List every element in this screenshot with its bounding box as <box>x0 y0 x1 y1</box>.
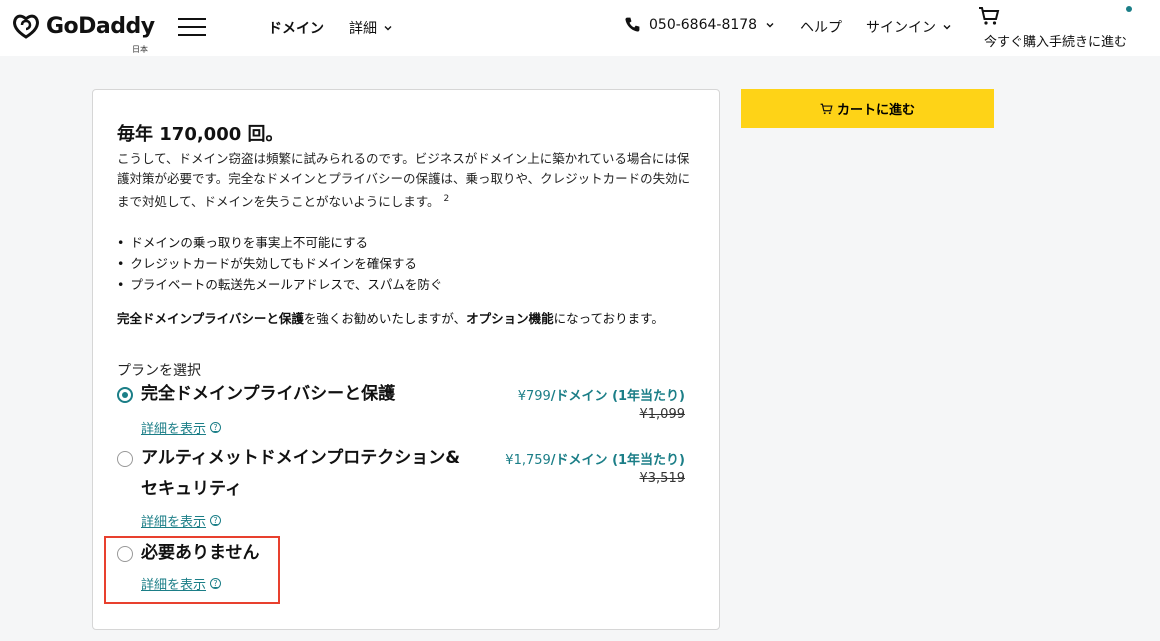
card-description: こうして、ドメイン窃盗は頻繁に試みられるのです。ビジネスがドメイン上に築かれてい… <box>117 149 697 212</box>
plan-price-amount: ¥799 <box>517 389 551 404</box>
plan-price-amount: ¥1,759 <box>505 453 551 468</box>
description-text: こうして、ドメイン窃盗は頻繁に試みられるのです。ビジネスがドメイン上に築かれてい… <box>117 151 691 210</box>
shopping-cart-icon <box>979 7 1000 25</box>
shopping-cart-icon <box>820 103 833 114</box>
plan-price: ¥799/ドメイン (1年当たり) <box>518 385 685 404</box>
proceed-to-cart-button[interactable]: カートに進む <box>741 89 994 128</box>
plan-name: 完全ドメインプライバシーと保護 <box>141 384 396 404</box>
recommendation-text: 完全ドメインプライバシーと保護を強くお勧めいたしますが、オプション機能になってお… <box>117 309 697 329</box>
cart-checkout-label[interactable]: 今すぐ購入手続きに進む <box>984 31 1127 50</box>
phone-dropdown[interactable]: 050-6864-8178 <box>624 16 775 33</box>
godaddy-logo[interactable]: GoDaddy <box>10 10 155 42</box>
chevron-down-icon <box>766 22 774 27</box>
chevron-down-icon <box>384 26 392 31</box>
help-circle-icon: ? <box>210 422 222 433</box>
radio-button[interactable] <box>117 451 133 467</box>
nav-domain-link[interactable]: ドメイン <box>268 18 324 38</box>
recommend-bold-optional: オプション機能 <box>466 311 554 326</box>
nav-detail-label: 詳細 <box>349 21 377 37</box>
region-label: 日本 <box>132 45 148 54</box>
list-item: ドメインの乗っ取りを事実上不可能にする <box>117 232 442 253</box>
plan-old-price: ¥1,099 <box>639 407 686 422</box>
help-circle-icon: ? <box>210 515 222 526</box>
plan-old-price: ¥3,519 <box>639 471 686 486</box>
recommend-mid: を強くお勧めいたしますが、 <box>303 311 467 326</box>
highlight-box <box>104 536 280 604</box>
benefits-list: ドメインの乗っ取りを事実上不可能にする クレジットカードが失効してもドメインを確… <box>117 232 442 295</box>
plan-option-ultimate[interactable]: アルティメットドメインプロテクション&セキュリティ ¥1,759/ドメイン (1… <box>117 448 686 531</box>
list-item: クレジットカードが失効してもドメインを確保する <box>117 253 442 274</box>
hamburger-menu-icon[interactable] <box>178 18 206 36</box>
phone-number: 050-6864-8178 <box>649 16 758 33</box>
plan-option-full-privacy[interactable]: 完全ドメインプライバシーと保護 ¥799/ドメイン (1年当たり) ¥1,099… <box>117 384 686 437</box>
godaddy-logo-icon <box>13 14 39 39</box>
recommend-end: になっております。 <box>553 311 664 326</box>
cart-button-label: カートに進む <box>836 103 915 118</box>
plan-heading: プランを選択 <box>117 363 201 379</box>
signin-dropdown[interactable]: サインイン <box>866 17 952 37</box>
signin-label: サインイン <box>866 20 936 36</box>
plan-price: ¥1,759/ドメイン (1年当たり) <box>505 449 685 468</box>
phone-icon <box>625 17 640 32</box>
help-link[interactable]: ヘルプ <box>800 17 842 37</box>
plan-name: アルティメットドメインプロテクション&セキュリティ <box>141 448 461 499</box>
logo-text: GoDaddy <box>46 13 155 39</box>
nav-detail-dropdown[interactable]: 詳細 <box>349 18 393 38</box>
top-navigation-bar: GoDaddy 日本 ドメイン 詳細 050-6864-8178 ヘルプ サイン… <box>0 0 1160 56</box>
plan-details-link[interactable]: 詳細を表示 ? <box>141 418 222 437</box>
cart-link[interactable] <box>978 6 1000 30</box>
list-item: プライベートの転送先メールアドレスで、スパムを防ぐ <box>117 274 442 295</box>
footnote-marker: 2 <box>443 194 450 204</box>
radio-button[interactable] <box>117 387 133 403</box>
card-title: 毎年 170,000 回。 <box>117 124 284 145</box>
cart-notification-dot <box>1126 6 1132 12</box>
plan-price-suffix: /ドメイン (1年当たり) <box>550 453 685 468</box>
chevron-down-icon <box>943 25 951 30</box>
plan-details-label: 詳細を表示 <box>141 422 207 437</box>
plan-details-link[interactable]: 詳細を表示 ? <box>141 511 222 530</box>
plan-details-label: 詳細を表示 <box>141 515 207 530</box>
recommend-bold-plan: 完全ドメインプライバシーと保護 <box>117 311 304 326</box>
plan-price-suffix: /ドメイン (1年当たり) <box>550 389 685 404</box>
